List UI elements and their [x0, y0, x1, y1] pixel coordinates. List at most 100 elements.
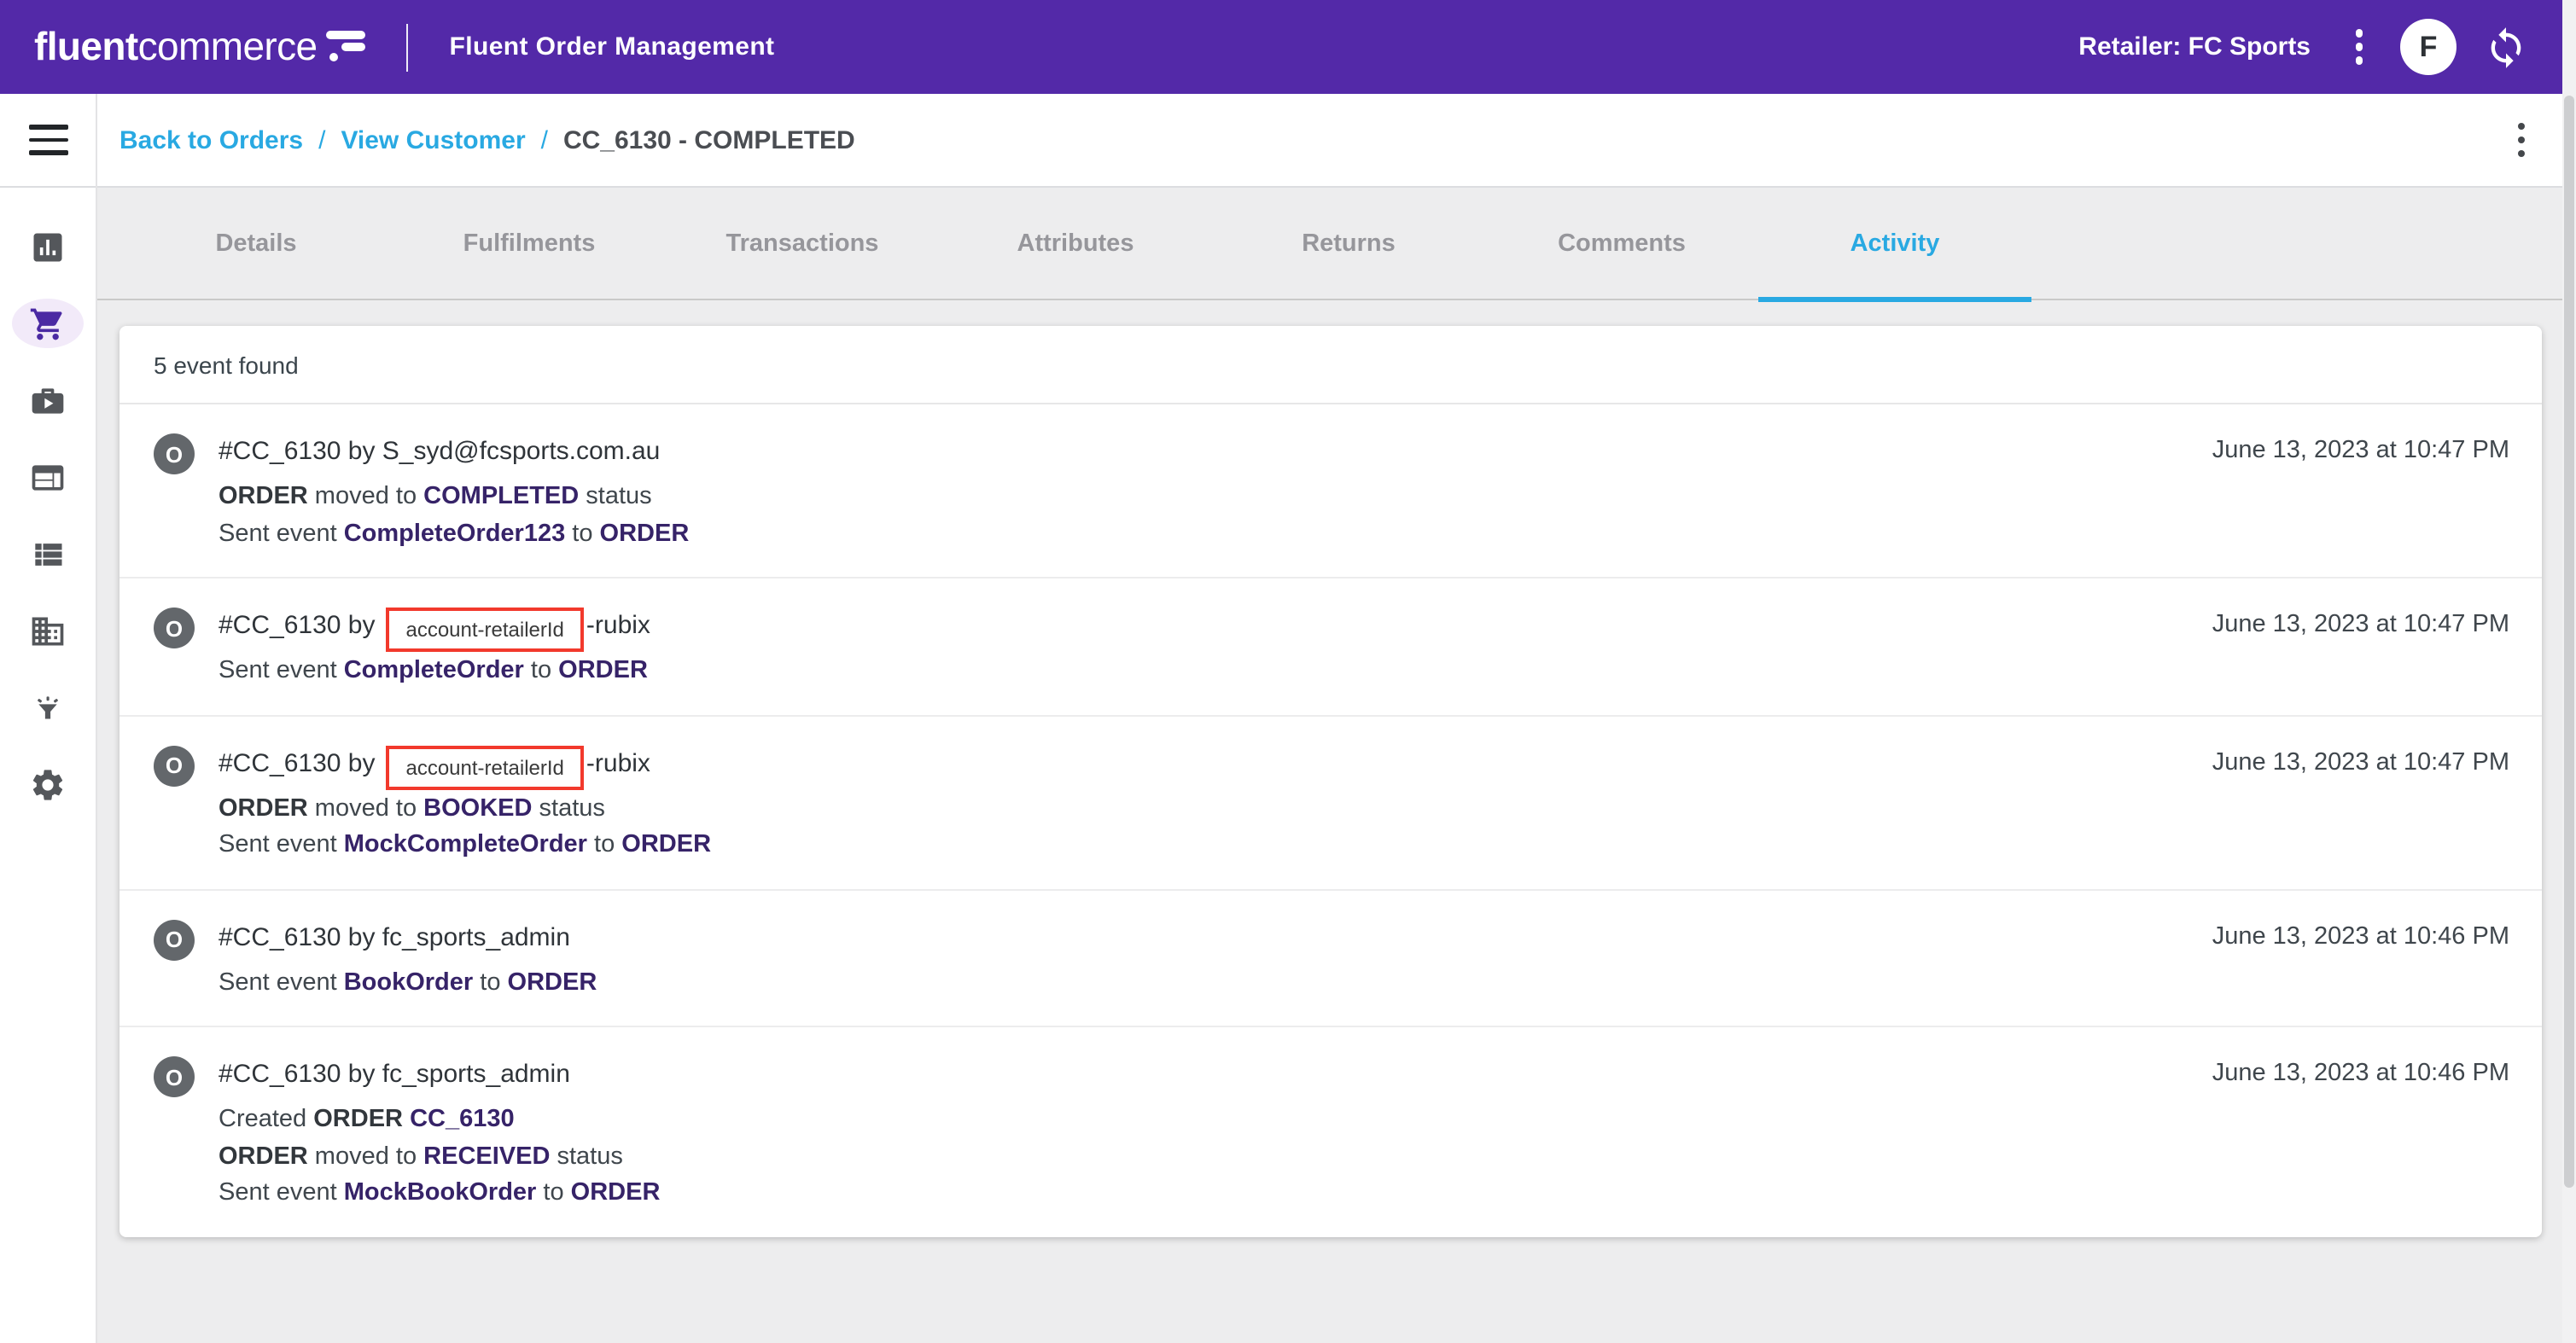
- sidebar-item-shopping-cart[interactable]: [0, 285, 96, 362]
- event-text: moved to: [307, 1142, 424, 1170]
- event-text: #CC_6130 by fc_sports_admin: [219, 1060, 570, 1089]
- breadcrumb-link[interactable]: View Customer: [341, 125, 525, 154]
- activity-card: 5 event found O #CC_6130 by S_syd@fcsport…: [119, 326, 2542, 1236]
- shopping-cart-icon: [30, 307, 62, 340]
- avatar-letter: F: [2419, 30, 2438, 62]
- event-text: to: [523, 657, 559, 684]
- fluent-logo-mark-icon: [325, 29, 365, 61]
- avatar[interactable]: F: [2400, 19, 2457, 75]
- event-timestamp: June 13, 2023 at 10:47 PM: [2212, 748, 2509, 776]
- event-text: Sent event: [219, 520, 344, 547]
- tab-transactions[interactable]: Transactions: [666, 188, 939, 299]
- event-line: Sent event MockBookOrder to ORDER: [219, 1176, 2188, 1212]
- event-title: #CC_6130 by account-retailerId -rubix: [219, 606, 2188, 652]
- account-retailerid-highlight-box: account-retailerId: [385, 608, 585, 652]
- sidebar-item-web-panel[interactable]: [0, 439, 96, 515]
- brand-logo[interactable]: fluent commerce: [34, 24, 365, 70]
- event-body: #CC_6130 by fc_sports_admin Created ORDER…: [219, 1055, 2188, 1212]
- event-row: O #CC_6130 by S_syd@fcsports.com.au ORDER …: [119, 404, 2542, 578]
- breadcrumb-current: CC_6130 - COMPLETED: [562, 125, 855, 154]
- tab-activity[interactable]: Activity: [1758, 188, 2031, 301]
- tab-bar: Details Fulfilments Transactions Attributes…: [97, 188, 2576, 301]
- tab-details[interactable]: Details: [119, 188, 393, 299]
- refresh-icon[interactable]: [2484, 25, 2528, 69]
- breadcrumb-separator: /: [318, 125, 326, 154]
- sidebar-item-settings-gear[interactable]: [0, 746, 96, 823]
- retailer-label: Retailer: FC Sports: [2078, 32, 2311, 61]
- event-text: #CC_6130 by: [219, 748, 376, 777]
- event-row: O #CC_6130 by account-retailerId -rubix Sent…: [119, 578, 2542, 716]
- event-keyword: COMPLETED: [423, 483, 580, 510]
- tab-fulfilments[interactable]: Fulfilments: [393, 188, 666, 299]
- event-body: #CC_6130 by account-retailerId -rubix Sent …: [219, 606, 2188, 690]
- breadcrumb-separator: /: [540, 125, 548, 154]
- scrollbar-thumb[interactable]: [2564, 96, 2574, 1188]
- menu-icon[interactable]: [18, 114, 78, 166]
- event-text: to: [586, 831, 622, 858]
- header-actions: Retailer: FC Sports F: [2078, 19, 2528, 75]
- event-text: Created: [219, 1106, 314, 1133]
- event-body: #CC_6130 by account-retailerId -rubix ORDER…: [219, 743, 2188, 864]
- sidebar-item-funnel-rays[interactable]: [0, 669, 96, 746]
- event-line: ORDER moved to COMPLETED status: [219, 480, 2188, 516]
- breadcrumb-link[interactable]: Back to Orders: [119, 125, 303, 154]
- web-panel-icon: [32, 464, 64, 490]
- sidebar: [0, 94, 97, 1343]
- event-line: Sent event MockCompleteOrder to ORDER: [219, 828, 2188, 864]
- event-timestamp: June 13, 2023 at 10:47 PM: [2212, 611, 2509, 638]
- sidebar-item-bar-chart[interactable]: [0, 208, 96, 285]
- event-count: 5 event found: [119, 326, 2542, 404]
- event-keyword: MockCompleteOrder: [343, 831, 587, 858]
- event-text: #CC_6130 by fc_sports_admin: [219, 922, 570, 951]
- app-header: fluent commerce Fluent Order Management R…: [0, 0, 2576, 94]
- app-title: Fluent Order Management: [449, 32, 775, 61]
- scrollbar[interactable]: [2562, 0, 2576, 1343]
- event-keyword: CompleteOrder: [343, 657, 524, 684]
- order-event-badge-icon: O: [154, 608, 195, 648]
- event-text: -rubix: [586, 611, 650, 640]
- event-row: O #CC_6130 by fc_sports_admin Created ORDE…: [119, 1027, 2542, 1236]
- event-keyword: CompleteOrder123: [343, 520, 566, 547]
- page-kebab-menu-icon[interactable]: [2507, 116, 2535, 165]
- sidebar-item-briefcase-play[interactable]: [0, 362, 96, 439]
- event-text: moved to: [307, 483, 424, 510]
- event-keyword: ORDER: [558, 657, 648, 684]
- header-divider: [405, 23, 409, 71]
- header-kebab-menu-icon[interactable]: [2345, 23, 2373, 72]
- breadcrumb-row: Back to Orders / View Customer / CC_6130 - C…: [97, 94, 2576, 188]
- event-timestamp: June 13, 2023 at 10:46 PM: [2212, 922, 2509, 950]
- event-text: to: [473, 968, 508, 996]
- event-text: Sent event: [219, 657, 344, 684]
- event-line: Sent event BookOrder to ORDER: [219, 965, 2188, 1002]
- event-list: O #CC_6130 by S_syd@fcsports.com.au ORDER …: [119, 404, 2542, 1236]
- page: fluent commerce Fluent Order Management R…: [0, 0, 2576, 1343]
- building-icon: [32, 616, 64, 645]
- event-keyword: RECEIVED: [423, 1142, 551, 1170]
- event-text: Sent event: [219, 1179, 344, 1206]
- event-text: Sent event: [219, 831, 344, 858]
- event-text-bold: ORDER: [219, 483, 308, 510]
- sidebar-item-view-list[interactable]: [0, 515, 96, 592]
- event-keyword: BOOKED: [423, 794, 533, 822]
- sidebar-item-building[interactable]: [0, 592, 96, 669]
- event-text: status: [532, 794, 605, 822]
- event-keyword: BookOrder: [343, 968, 474, 996]
- event-text: #CC_6130 by: [219, 611, 376, 640]
- event-title: #CC_6130 by fc_sports_admin: [219, 917, 2188, 958]
- tab-comments[interactable]: Comments: [1485, 188, 1758, 299]
- event-keyword: ORDER: [599, 520, 690, 547]
- event-keyword: ORDER: [621, 831, 712, 858]
- event-keyword: MockBookOrder: [343, 1179, 537, 1206]
- event-timestamp: June 13, 2023 at 10:46 PM: [2212, 1060, 2509, 1087]
- account-retailerid-highlight-box: account-retailerId: [385, 745, 585, 789]
- tab-returns[interactable]: Returns: [1212, 188, 1485, 299]
- funnel-rays-icon: [38, 695, 58, 718]
- event-line: ORDER moved to RECEIVED status: [219, 1139, 2188, 1176]
- event-text: status: [550, 1142, 623, 1170]
- event-text-bold: ORDER: [219, 1142, 308, 1170]
- brand-logo-bold: fluent: [34, 24, 138, 68]
- tab-attributes[interactable]: Attributes: [939, 188, 1212, 299]
- event-line: Sent event CompleteOrder123 to ORDER: [219, 516, 2188, 553]
- view-list-icon: [35, 543, 62, 565]
- event-text: to: [536, 1179, 571, 1206]
